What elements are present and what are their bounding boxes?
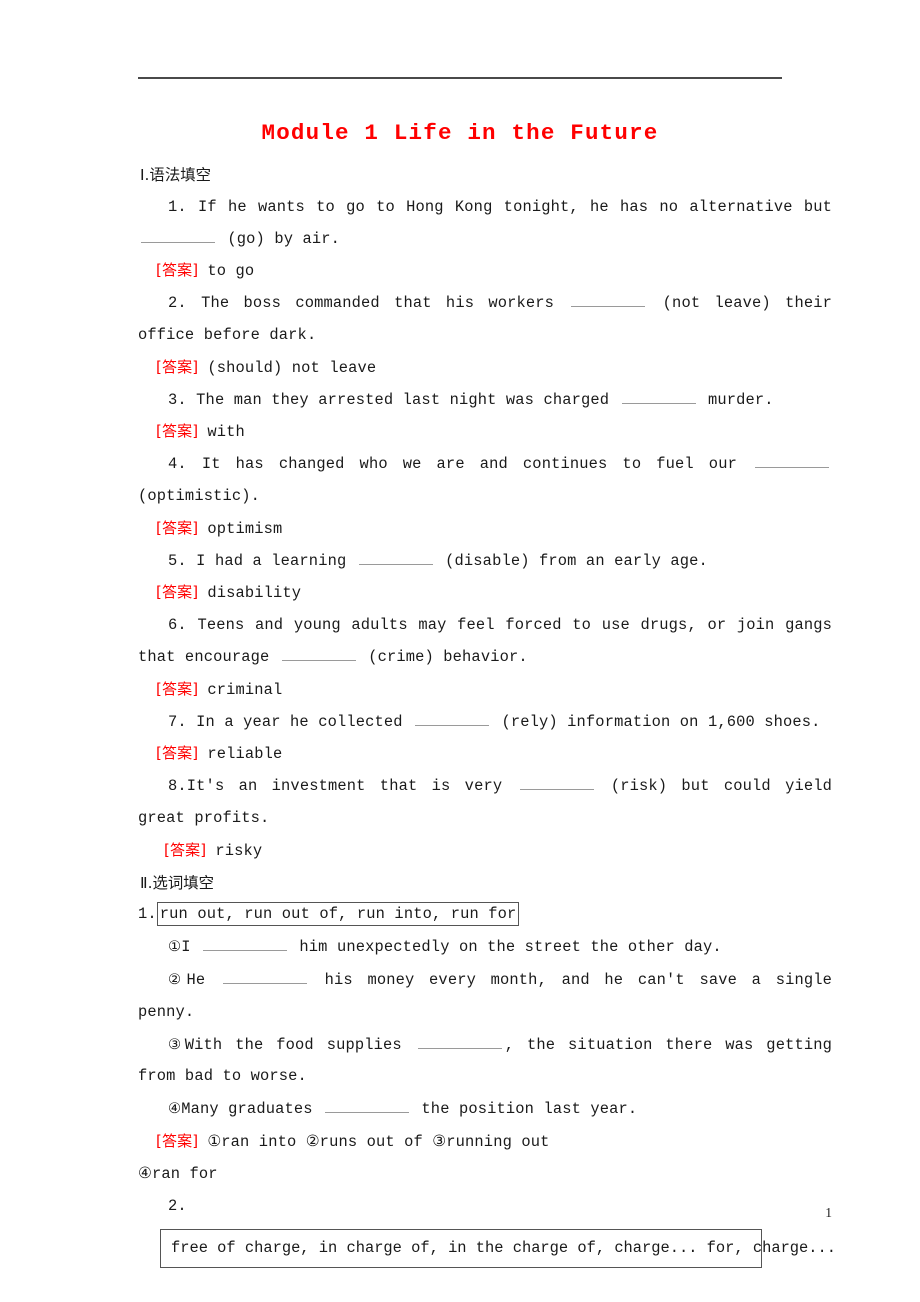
answer-label: [答案] <box>156 744 199 763</box>
answer-label: [答案] <box>156 357 199 376</box>
answer-value: criminal <box>207 680 283 699</box>
subquestion-2: ②He his money every month, and he can't … <box>138 964 832 1029</box>
answer-blank[interactable] <box>141 229 215 243</box>
subquestion-marker: ② <box>168 970 187 988</box>
subquestion-4: ④Many graduates the position last year. <box>138 1093 832 1126</box>
answer-label: [答案] <box>156 422 199 441</box>
question-item-5: 5. I had a learning (disable) from an ea… <box>138 546 832 578</box>
answer-value: risky <box>215 841 263 860</box>
question-text-before: The boss commanded that his workers <box>201 294 555 313</box>
subquestion-text-after: the position last year. <box>421 1100 638 1119</box>
question-text-before: I had a learning <box>196 551 347 570</box>
answer-value: ①ran into ②runs out of ③running out <box>207 1132 550 1151</box>
answer-line-5: [答案] disability <box>138 577 832 610</box>
question-text-after: (rely) information on 1,600 shoes. <box>501 712 821 731</box>
answer-line-1: [答案] to go <box>138 255 832 288</box>
section-heading-grammar: Ⅰ.语法填空 <box>140 166 211 184</box>
question-text-before: In a year he collected <box>196 712 403 731</box>
subquestion-text-before: He <box>186 970 206 989</box>
answer-blank[interactable] <box>222 970 307 984</box>
document-page: Module 1 Life in the Future Ⅰ.语法填空 1. If… <box>0 0 920 1302</box>
question-item-4: 4. It has changed who we are and continu… <box>138 449 832 513</box>
question-text-after: (crime) behavior. <box>368 647 528 666</box>
subquestion-1: ①I him unexpectedly on the street the ot… <box>138 931 832 964</box>
wordbank-group-1: 1. run out, run out of, run into, run for <box>138 899 832 931</box>
answer-label: [答案] <box>156 679 199 698</box>
word-bank-box-2: free of charge, in charge of, in the cha… <box>160 1229 836 1269</box>
answer-line-4: [答案] optimism <box>138 513 832 546</box>
question-item-1: 1. If he wants to go to Hong Kong tonigh… <box>138 192 832 256</box>
answer-line-7: [答案] reliable <box>138 738 832 771</box>
subquestion-marker: ④ <box>168 1100 182 1118</box>
question-number: 3. <box>168 390 187 409</box>
answer-blank[interactable] <box>519 776 594 791</box>
answer-line-3: [答案] with <box>138 416 832 449</box>
word-bank-box-1: run out, run out of, run into, run for <box>156 902 520 927</box>
page-title: Module 1 Life in the Future <box>261 120 659 146</box>
answer-value: reliable <box>207 745 283 764</box>
subquestion-marker: ① <box>168 938 182 956</box>
subquestion-text-before: With the food supplies <box>184 1035 402 1054</box>
answer-value: with <box>207 423 245 442</box>
question-text-before: It has changed who we are and continues … <box>201 455 737 474</box>
subquestion-3: ③With the food supplies , the situation … <box>138 1029 832 1094</box>
question-number: 6. <box>168 616 187 635</box>
answer-blank[interactable] <box>325 1099 410 1114</box>
answer-value: disability <box>207 584 302 603</box>
subquestion-marker: ③ <box>168 1035 185 1053</box>
group-number: 1. <box>138 905 157 924</box>
question-number: 8. <box>168 777 187 796</box>
answer-line-8: [答案] risky <box>138 835 832 868</box>
question-text-before: It's an investment that is very <box>186 777 503 796</box>
subquestion-text-before: I <box>181 938 191 957</box>
question-number: 7. <box>168 712 187 731</box>
question-text-after: (go) by air. <box>227 229 341 248</box>
question-number: 5. <box>168 551 187 570</box>
question-number: 1. <box>168 197 187 216</box>
question-item-8: 8.It's an investment that is very (risk)… <box>138 771 832 835</box>
answer-line-group-1b: ④ran for <box>138 1164 218 1183</box>
answer-blank[interactable] <box>571 293 646 308</box>
question-number: 4. <box>168 455 187 474</box>
header-rule <box>138 77 782 79</box>
question-item-6: 6. Teens and young adults may feel force… <box>138 610 832 674</box>
answer-label: [答案] <box>156 1131 199 1150</box>
answer-value: to go <box>207 262 255 281</box>
answer-blank[interactable] <box>417 1035 502 1049</box>
page-number: 1 <box>825 1205 832 1220</box>
question-text-before: If he wants to go to Hong Kong tonight, … <box>198 197 832 216</box>
answer-blank[interactable] <box>755 454 830 469</box>
answer-line-6: [答案] criminal <box>138 674 832 707</box>
answer-label: [答案] <box>156 518 199 537</box>
question-text-after: (optimistic). <box>138 486 261 505</box>
answer-blank[interactable] <box>358 551 433 565</box>
answer-blank[interactable] <box>281 647 356 661</box>
subquestion-text-before: Many graduates <box>181 1100 313 1119</box>
question-text-before: The man they arrested last night was cha… <box>196 390 610 409</box>
answer-value: (should) not leave <box>207 358 377 377</box>
answer-label: [答案] <box>164 840 207 859</box>
answer-line-2: [答案] (should) not leave <box>138 352 832 385</box>
question-item-3: 3. The man they arrested last night was … <box>138 385 832 417</box>
answer-blank[interactable] <box>415 712 490 726</box>
question-text-after: murder. <box>707 390 774 409</box>
answer-line-group-1a: [答案] ①ran into ②runs out of ③running out <box>138 1126 832 1159</box>
answer-label: [答案] <box>156 261 199 280</box>
wordbank-group-2-number: 2. <box>168 1196 187 1215</box>
answer-label: [答案] <box>156 583 199 602</box>
question-item-2: 2. The boss commanded that his workers (… <box>138 288 832 352</box>
subquestion-text-after: him unexpectedly on the street the other… <box>299 938 722 957</box>
answer-blank[interactable] <box>203 937 288 952</box>
section-heading-wordchoice: Ⅱ.选词填空 <box>140 873 215 892</box>
document-body: Ⅰ.语法填空 1. If he wants to go to Hong Kong… <box>138 160 836 1269</box>
answer-blank[interactable] <box>621 390 696 404</box>
answer-value: optimism <box>207 519 283 538</box>
question-item-7: 7. In a year he collected (rely) informa… <box>138 707 832 739</box>
question-number: 2. <box>168 294 187 313</box>
question-text-after: (disable) from an early age. <box>445 551 708 570</box>
